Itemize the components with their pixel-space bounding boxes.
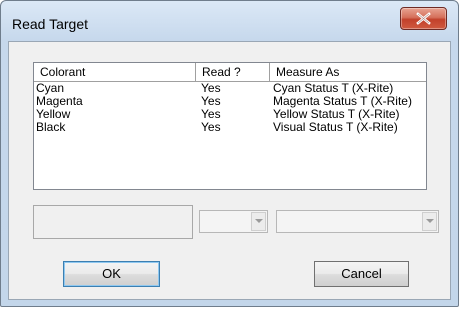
- colorant-list[interactable]: Colorant Read ? Measure As Cyan Yes Cyan…: [33, 62, 427, 190]
- read-cell: Yes: [201, 120, 221, 134]
- dialog-client-area: Colorant Read ? Measure As Cyan Yes Cyan…: [8, 41, 451, 300]
- measure-as-dropdown[interactable]: [276, 210, 439, 233]
- colorant-edit-field[interactable]: [33, 205, 193, 239]
- title-bar[interactable]: Read Target: [1, 1, 458, 41]
- chevron-down-icon: [426, 219, 434, 223]
- read-dropdown-arrow-button[interactable]: [251, 212, 266, 231]
- colorant-cell: Black: [36, 120, 66, 134]
- read-dropdown[interactable]: [199, 210, 268, 233]
- window-title: Read Target: [12, 16, 89, 32]
- column-header-colorant[interactable]: Colorant: [34, 63, 196, 81]
- chevron-down-icon: [255, 219, 263, 223]
- read-target-dialog: Read Target Colorant Read ? Measure As C…: [0, 0, 459, 307]
- column-header-measure-as[interactable]: Measure As: [270, 63, 426, 81]
- measure-as-dropdown-arrow-button[interactable]: [422, 212, 437, 231]
- list-item[interactable]: Black Yes Visual Status T (X-Rite): [34, 121, 426, 134]
- close-button[interactable]: [400, 7, 447, 30]
- measure-as-cell: Visual Status T (X-Rite): [273, 120, 398, 134]
- close-icon: [416, 12, 431, 25]
- ok-button[interactable]: OK: [63, 261, 160, 287]
- column-header-read[interactable]: Read ?: [196, 63, 270, 81]
- list-header: Colorant Read ? Measure As: [34, 63, 426, 82]
- cancel-button[interactable]: Cancel: [314, 261, 409, 287]
